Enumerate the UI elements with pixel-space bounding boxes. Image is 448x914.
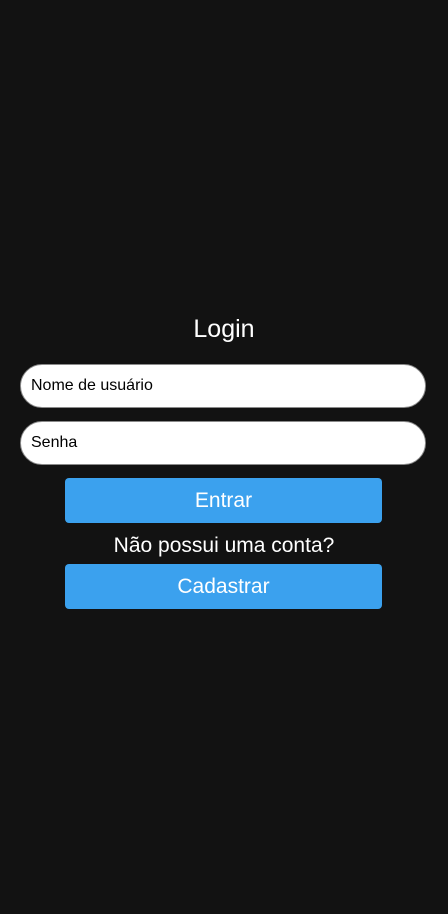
username-field[interactable] — [20, 364, 426, 408]
register-button[interactable]: Cadastrar — [65, 564, 382, 609]
password-input[interactable] — [31, 434, 415, 452]
page-title: Login — [193, 315, 255, 343]
no-account-text: Não possui uma conta? — [113, 534, 335, 557]
username-input[interactable] — [31, 377, 415, 395]
login-button[interactable]: Entrar — [65, 478, 382, 523]
login-screen: Login Entrar Não possui uma conta? Cadas… — [0, 0, 448, 914]
password-field[interactable] — [20, 421, 426, 465]
